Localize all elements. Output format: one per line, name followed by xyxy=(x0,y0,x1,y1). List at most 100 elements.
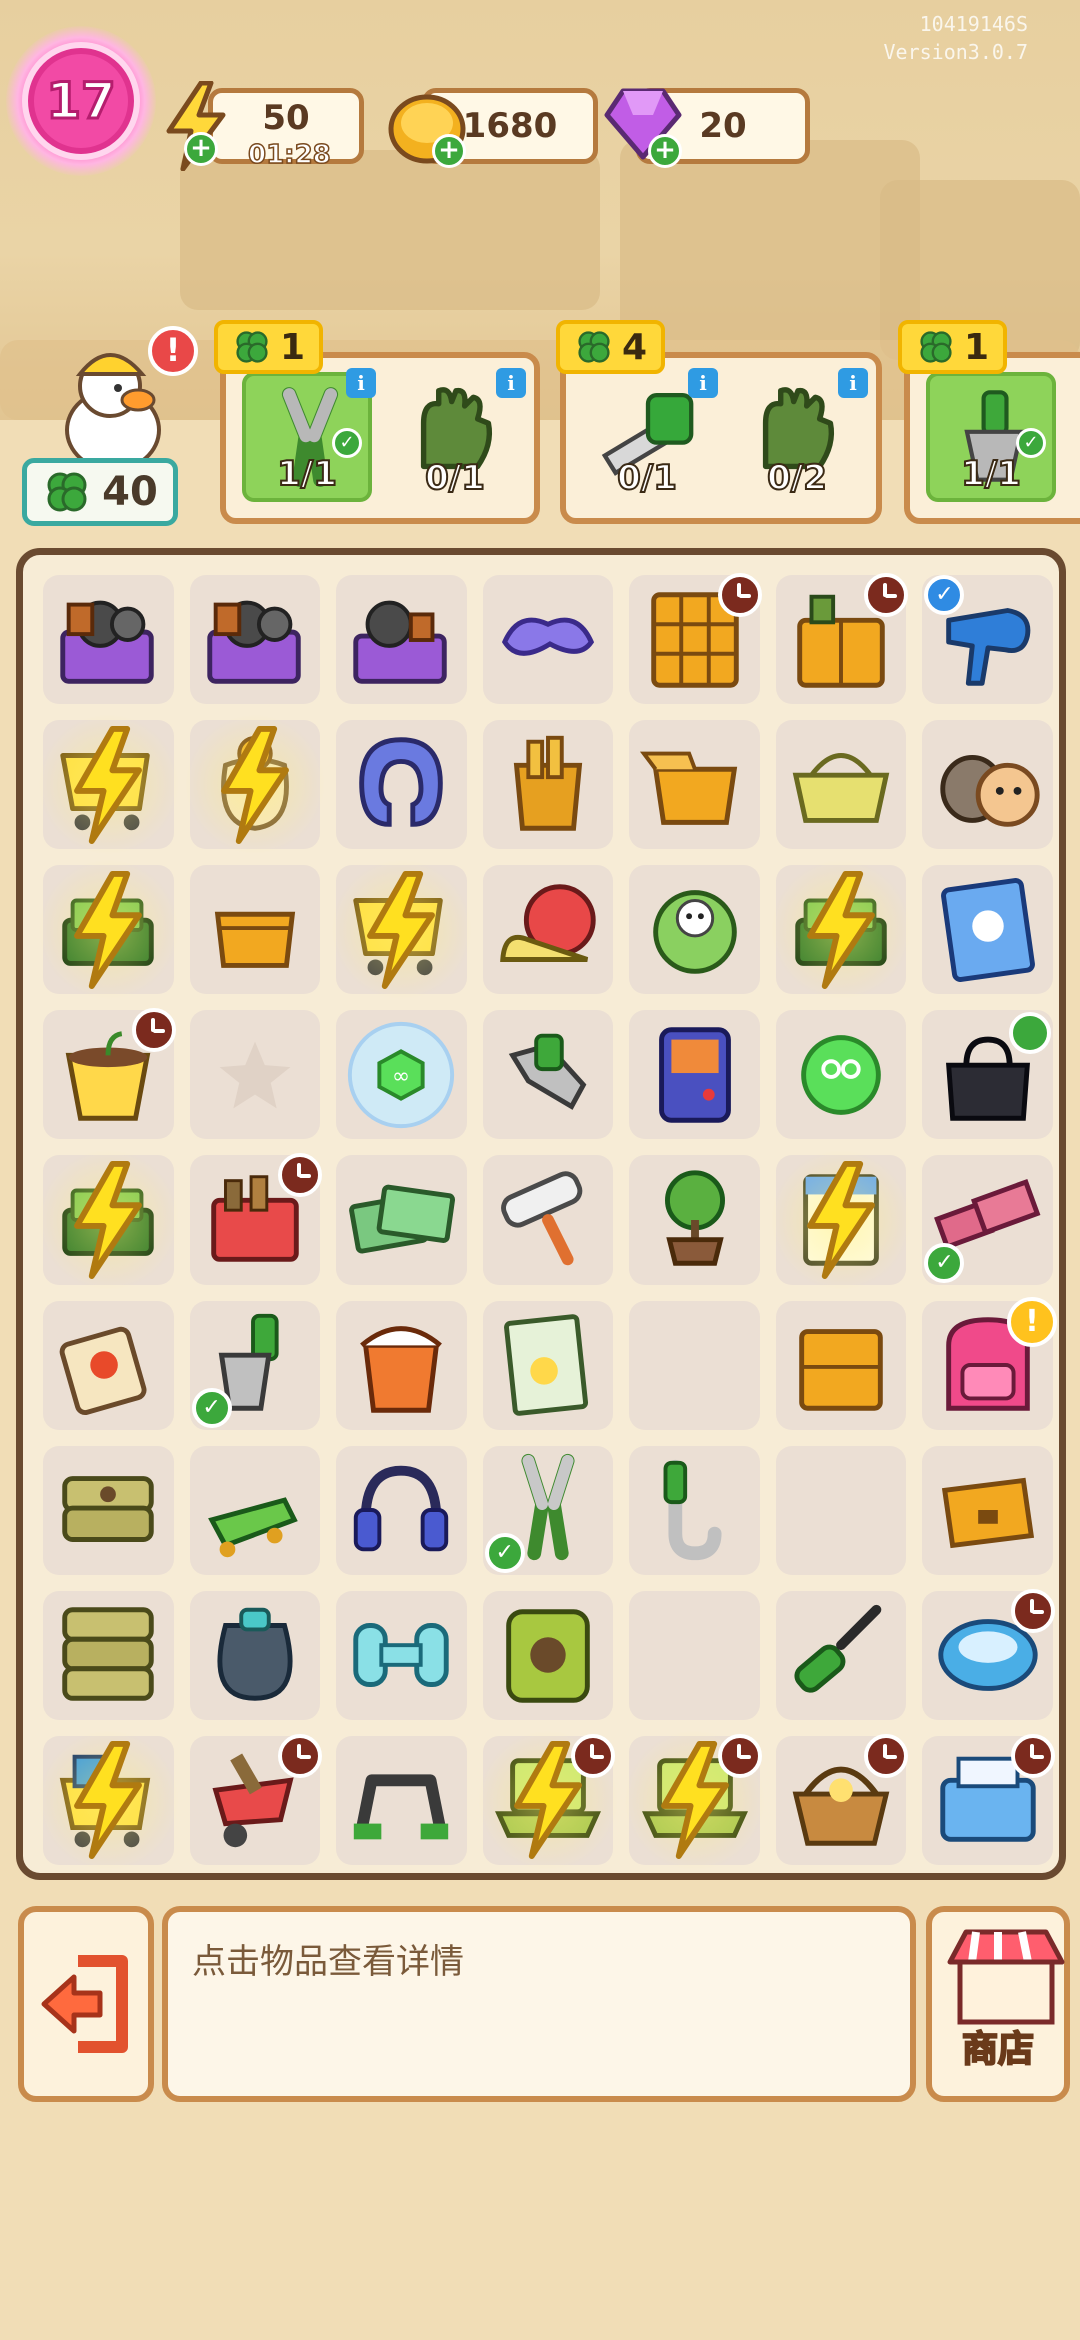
board-cell[interactable] xyxy=(37,1149,180,1291)
order-item-count: 1/1 xyxy=(960,453,1022,495)
board-cell[interactable] xyxy=(629,865,760,995)
clock-icon xyxy=(717,1733,762,1778)
add-coins-button[interactable]: + xyxy=(432,134,466,168)
check-icon: ✓ xyxy=(332,428,362,458)
box-open-icon xyxy=(639,751,737,825)
board-cell[interactable] xyxy=(629,573,762,705)
dumbbell-icon xyxy=(353,1623,450,1688)
board-cell[interactable] xyxy=(189,575,321,705)
shop-label: 商店 xyxy=(961,2028,1035,2071)
board-cell[interactable] xyxy=(775,1733,909,1865)
board-cell[interactable] xyxy=(43,1300,174,1430)
board-cell-empty[interactable] xyxy=(629,1590,760,1720)
money-stack-icon xyxy=(349,1184,456,1254)
board-cell[interactable] xyxy=(43,575,174,705)
exit-button[interactable] xyxy=(18,1906,154,2102)
info-icon[interactable]: i xyxy=(496,368,526,398)
board-cell[interactable] xyxy=(629,720,760,850)
board-cell[interactable] xyxy=(476,1729,619,1872)
board-cell[interactable]: ✓ xyxy=(482,1445,614,1575)
board-cell[interactable] xyxy=(37,714,180,856)
info-icon[interactable]: i xyxy=(346,368,376,398)
energy-bolt-icon xyxy=(367,870,436,989)
board-cell[interactable] xyxy=(336,1155,467,1285)
board-cell-empty[interactable] xyxy=(775,1445,907,1575)
cabbage-duck-icon xyxy=(652,889,737,974)
board-cell[interactable] xyxy=(37,859,180,1001)
board-cell[interactable] xyxy=(922,865,1053,995)
order-item-gloves[interactable]: 0/2 i xyxy=(732,368,868,502)
board-cell[interactable] xyxy=(43,1008,176,1140)
board-cell[interactable] xyxy=(189,1010,321,1140)
board-cell[interactable] xyxy=(629,1155,760,1285)
board-cell[interactable] xyxy=(922,1733,1055,1865)
dark-sack-icon xyxy=(217,1608,293,1702)
board-cell[interactable] xyxy=(189,1153,323,1285)
board-cell[interactable] xyxy=(189,1445,321,1575)
shop-button[interactable]: 商店 xyxy=(926,1906,1070,2102)
order-item-gloves[interactable]: 0/1 i xyxy=(390,368,526,502)
order-card-3[interactable]: 1/1 ✓ xyxy=(904,352,1080,524)
board-cell[interactable]: ∞ xyxy=(336,1010,467,1140)
board-cell[interactable] xyxy=(336,1735,467,1865)
board-cell[interactable] xyxy=(189,1590,321,1720)
clock-icon xyxy=(1010,1588,1055,1633)
board-cell[interactable] xyxy=(769,859,912,1001)
board-cell[interactable] xyxy=(623,1729,766,1872)
scissors-orb-icon xyxy=(801,1035,881,1115)
board-cell[interactable] xyxy=(189,1733,323,1865)
board-cell[interactable] xyxy=(336,1300,467,1430)
board-cell[interactable] xyxy=(330,859,473,1001)
board-cell[interactable] xyxy=(775,720,907,850)
board-cell[interactable] xyxy=(922,1588,1055,1720)
board-cell[interactable]: ✓ xyxy=(922,575,1053,705)
clover-icon xyxy=(920,331,952,363)
board-cell[interactable]: ! xyxy=(922,1296,1057,1430)
board-cell[interactable] xyxy=(183,714,326,856)
board-cell[interactable] xyxy=(482,1300,614,1430)
board-cell[interactable]: ✓ xyxy=(922,1155,1053,1285)
item-detail-panel: 点击物品查看详情 xyxy=(162,1906,916,2102)
info-icon[interactable]: i xyxy=(688,368,718,398)
build-id: 10419146S xyxy=(919,12,1028,36)
board-cell[interactable] xyxy=(482,720,614,850)
board-cell[interactable] xyxy=(43,1590,174,1720)
info-icon[interactable]: i xyxy=(838,368,868,398)
energy-bolt-icon xyxy=(74,870,143,989)
order-item-saw-drill[interactable]: 0/1 i xyxy=(582,368,718,502)
board-cell[interactable] xyxy=(629,1445,760,1575)
board-cell[interactable] xyxy=(775,1590,907,1720)
board-cell[interactable] xyxy=(336,575,467,705)
board-cell[interactable]: ✓ xyxy=(189,1300,321,1430)
board-cell[interactable] xyxy=(769,1149,912,1291)
board-cell-empty[interactable] xyxy=(629,1300,760,1430)
board-cell[interactable] xyxy=(482,575,614,705)
order-card-2[interactable]: 0/1 i 0/2 i xyxy=(560,352,882,524)
board-cell[interactable] xyxy=(629,1010,760,1140)
board-cell[interactable] xyxy=(482,865,614,995)
tool-box-full-icon xyxy=(60,600,155,684)
level-badge[interactable]: 17 xyxy=(6,26,156,176)
board-cell[interactable] xyxy=(922,1445,1053,1575)
board-cell[interactable] xyxy=(482,1010,614,1140)
order-item-wrench-tool[interactable]: 1/1 ✓ xyxy=(926,372,1056,502)
order-reward-3: 1 xyxy=(898,320,1008,374)
board-cell[interactable] xyxy=(922,1010,1053,1140)
hamsters-icon xyxy=(940,754,1040,827)
board-cell[interactable] xyxy=(336,1590,467,1720)
board-cell[interactable] xyxy=(922,720,1053,850)
board-cell[interactable] xyxy=(189,865,321,995)
board-cell[interactable] xyxy=(336,720,467,850)
order-card-1[interactable]: 1/1 ✓ 0/1 i i xyxy=(220,352,540,524)
add-energy-button[interactable]: + xyxy=(184,132,218,166)
empty-star-icon xyxy=(219,1041,291,1109)
board-cell[interactable] xyxy=(482,1590,614,1720)
board-cell[interactable] xyxy=(482,1155,614,1285)
board-cell[interactable] xyxy=(43,1445,174,1575)
board-cell[interactable] xyxy=(336,1445,467,1575)
board-cell[interactable] xyxy=(775,1010,907,1140)
add-gems-button[interactable]: + xyxy=(648,134,682,168)
board-cell[interactable] xyxy=(37,1729,180,1872)
board-cell[interactable] xyxy=(775,573,909,705)
board-cell[interactable] xyxy=(775,1300,907,1430)
